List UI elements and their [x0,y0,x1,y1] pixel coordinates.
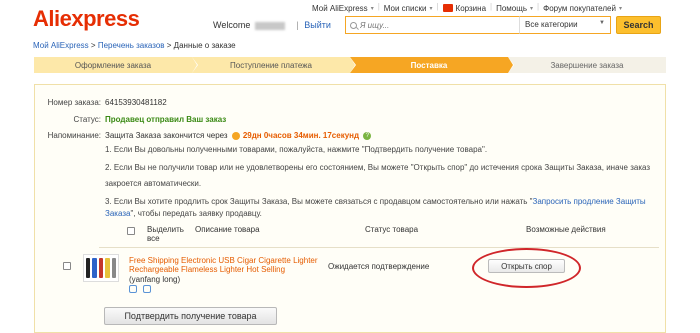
step-arrow [508,57,513,73]
order-status-label: Статус: [73,115,101,124]
request-extension-link[interactable]: Запросить продление Защиты [532,197,645,206]
lighter-swatch [85,258,91,278]
top-nav: Мой AliExpress ▾ | Мои списки ▾ | Корзина … [308,2,700,14]
item-status: Ожидается подтверждение [328,262,430,271]
breadcrumb-sep: > [90,41,96,50]
nav-my-aliexpress[interactable]: Мой AliExpress ▾ [308,2,378,14]
clock-icon [231,131,240,140]
note-3-text: 3. Если Вы хотите продлить срок Защиты З… [105,197,533,206]
lighter-swatch [111,258,117,278]
step-arrow [192,57,197,73]
nav-my-lists[interactable]: Мои списки ▾ [380,2,437,14]
welcome-text: Welcome [213,20,251,30]
reminder-label: Напоминание: [47,131,101,140]
protection-timer: 29дн 0часов 34мин. 17секунд [242,131,360,140]
step-shipping: Поставка [350,57,514,73]
nav-label: Мой AliExpress [312,3,368,13]
step-order-complete: Завершение заказа [508,57,666,73]
items-table-header: Выделить все Описание товара Статус това… [99,221,659,243]
cart-icon [442,4,453,12]
select-all-checkbox[interactable] [127,227,135,235]
snapshot-icon[interactable] [143,285,151,293]
note-2: 2. Если Вы не получили товар или не удов… [105,163,651,172]
logo-express: express [59,6,140,31]
category-select[interactable]: Все категории ▼ [519,16,611,34]
order-details-panel: Номер заказа: 64153930481182 Статус: Про… [34,84,666,333]
category-selected: Все категории [525,20,578,29]
step-arrow [350,57,355,73]
search-bar: Все категории ▼ Search [345,16,690,34]
step-label: Поступление платежа [230,60,312,70]
order-number-label: Номер заказа: [47,98,101,107]
lighter-swatch [105,258,110,278]
nav-cart[interactable]: Корзина [439,2,490,14]
order-number-value: 64153930481182 [105,98,167,107]
reminder-value: Защита Заказа закончится через 29дн 0час… [105,131,372,140]
chevron-down-icon: ▾ [429,5,433,12]
search-box [345,16,519,34]
welcome-area: Welcome | Выйти [213,20,331,30]
breadcrumb-orders[interactable]: Перечень заказов [98,41,165,50]
chevron-down-icon: ▾ [530,5,534,12]
note-3b: Заказа", чтобы передать заявку продавцу. [105,207,655,221]
nav-buyer-forum[interactable]: Форум покупателей ▾ [539,2,626,14]
alarm-icon[interactable] [129,285,137,293]
confirm-receipt-button[interactable]: Подтвердить получение товара [104,307,277,325]
search-icon [350,22,357,29]
lighter-swatch [98,258,104,278]
reminder-text: Защита Заказа закончится через [105,131,228,140]
nav-label: Корзина [455,3,487,13]
open-dispute-button[interactable]: Открыть спор [488,259,565,273]
aliexpress-logo[interactable]: Aliexpress [33,6,140,32]
breadcrumb-home[interactable]: Мой AliExpress [33,41,89,50]
step-label: Завершение заказа [550,60,624,70]
product-title-link[interactable]: Free Shipping Electronic USB Cigar Cigar… [129,256,327,274]
order-status-value: Продавец отправил Ваш заказ [105,115,227,124]
divider: | [296,20,299,30]
col-description: Описание товара [195,225,260,234]
breadcrumb-sep: > [166,41,172,50]
username-blurred [254,21,285,30]
note-3b-text: ", чтобы передать заявку продавцу. [130,209,262,218]
breadcrumb: Мой AliExpress > Перечень заказов > Данн… [33,41,236,50]
breadcrumb-current: Данные о заказе [173,41,236,50]
logo-ali: Ali [33,6,60,31]
chevron-down-icon: ▾ [618,5,622,12]
nav-label: Помощь [496,3,528,13]
item-checkbox[interactable] [63,262,71,270]
select-all-label: Выделить все [147,225,184,243]
step-order-placed: Оформление заказа [34,57,198,73]
nav-label: Форум покупателей [543,3,616,13]
note-1: 1. Если Вы довольны полученными товарами… [105,145,488,154]
logout-link[interactable]: Выйти [304,20,331,30]
nav-label: Мои списки [383,3,427,13]
order-progress-steps: Оформление заказа Поступление платежа По… [34,57,666,73]
lighter-swatch [92,258,97,278]
step-label: Поставка [410,60,448,70]
search-input[interactable] [346,17,519,33]
seller-name: (yanfang long) [129,275,181,284]
table-row: Free Shipping Electronic USB Cigar Cigar… [63,247,659,297]
request-extension-link-cont[interactable]: Заказа [105,209,130,218]
nav-help[interactable]: Помощь ▾ [492,2,537,14]
step-label: Оформление заказа [74,60,152,70]
note-2b: закроется автоматически. [105,179,202,188]
chevron-down-icon: ▾ [370,5,374,12]
search-button[interactable]: Search [616,16,661,34]
help-icon[interactable]: ? [363,131,372,140]
product-thumbnail[interactable] [83,254,119,282]
col-status: Статус товара [365,225,419,234]
step-payment-received: Поступление платежа [192,57,356,73]
col-actions: Возможные действия [526,225,606,234]
chevron-down-icon: ▼ [599,20,605,26]
product-mini-icons [129,285,151,293]
